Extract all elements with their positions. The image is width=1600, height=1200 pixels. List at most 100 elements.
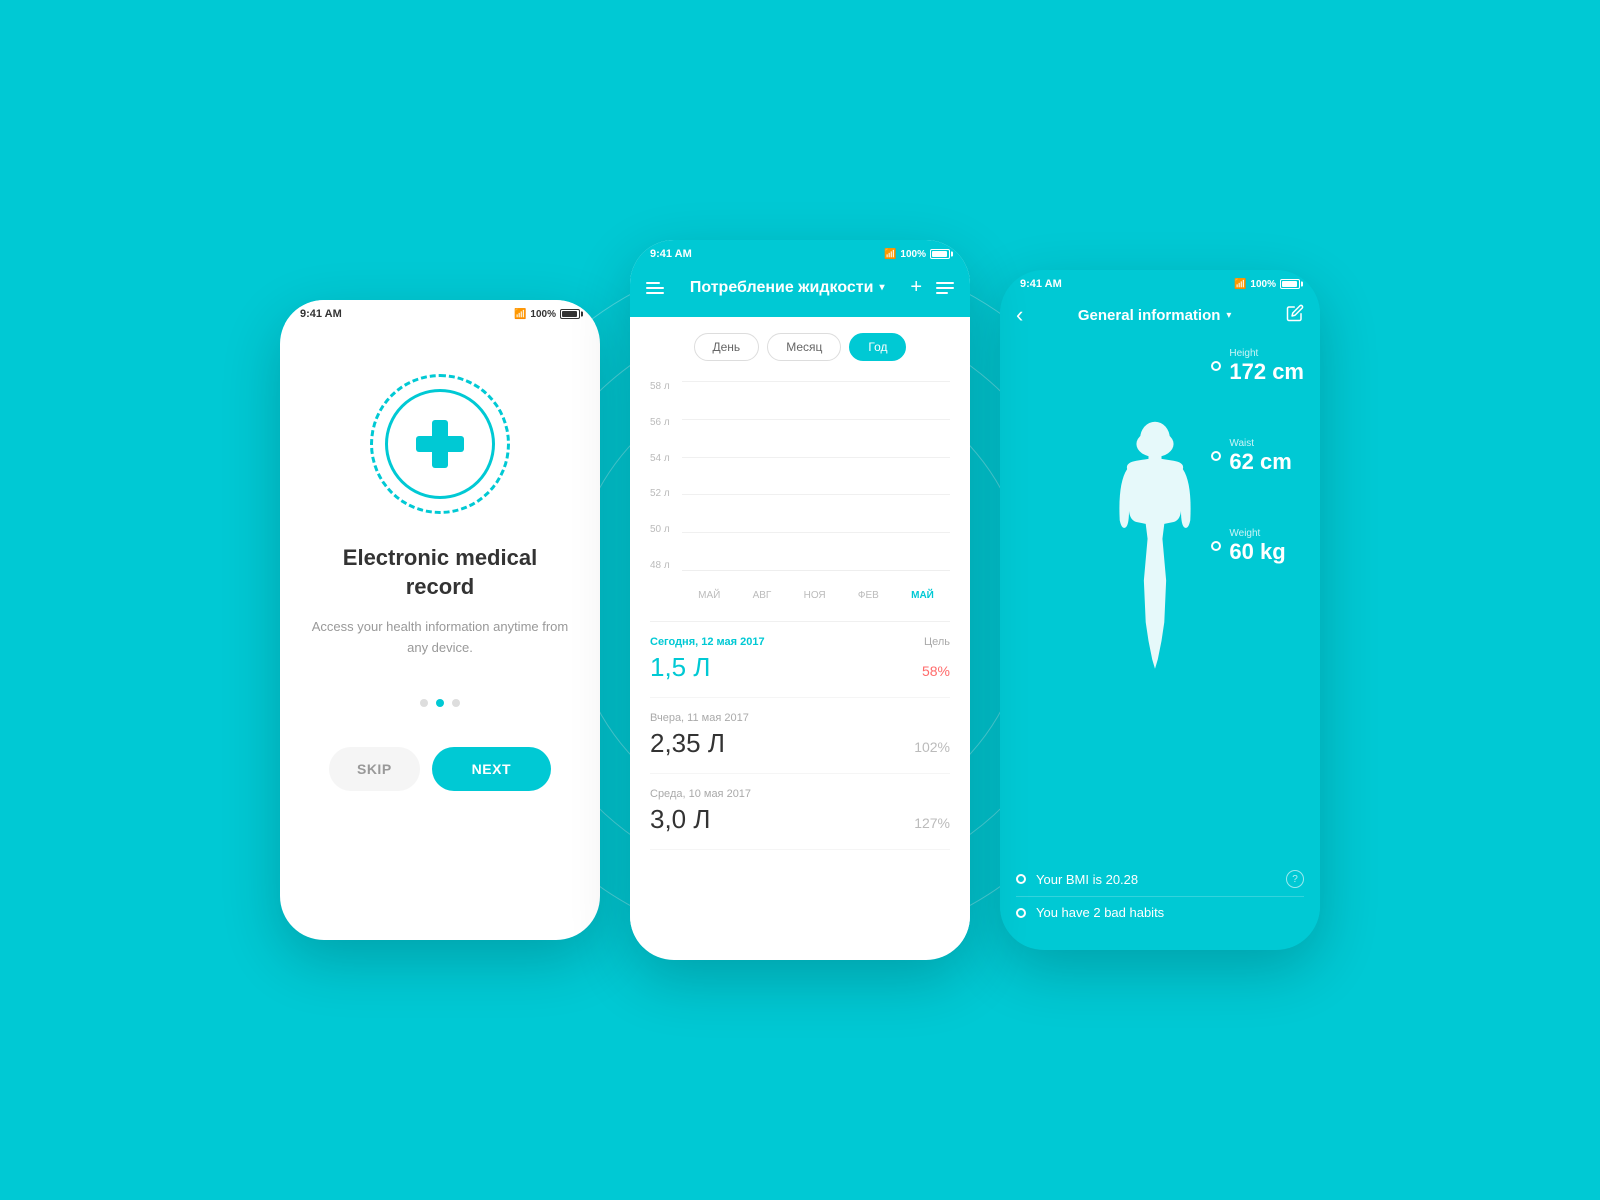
page-title: General information	[1078, 307, 1221, 324]
cross-icon	[412, 416, 468, 472]
bmi-text: Your BMI is 20.28	[1036, 872, 1138, 887]
wifi-icon-2: 📶	[884, 249, 896, 260]
add-icon[interactable]: +	[910, 276, 922, 299]
wed-value: 3,0 Л	[650, 804, 710, 835]
period-tabs: День Месяц Год	[650, 333, 950, 361]
status-time-1: 9:41 AM	[300, 308, 342, 320]
chart-y-labels: 48 л 50 л 52 л 54 л 56 л 58 л	[650, 381, 678, 571]
weight-label: Weight	[1229, 528, 1285, 539]
title-chevron-icon: ▾	[1226, 310, 1231, 321]
status-bar-3: 9:41 AM 📶 100%	[1000, 270, 1320, 294]
liquid-nav-title: Потребление жидкости ▾	[690, 279, 885, 297]
phone-onboarding: 9:41 AM 📶 100% Electronic medical rec	[280, 300, 600, 940]
grid-line-4	[682, 494, 950, 495]
wifi-icon-1: 📶	[514, 309, 526, 320]
bmi-dot	[1016, 874, 1026, 884]
phone-liquid-intake: 9:41 AM 📶 100% Потребление жидкости ▾	[630, 240, 970, 960]
goal-label: Цель	[924, 636, 950, 648]
onboarding-buttons: SKIP NEXT	[310, 747, 570, 791]
list-icon[interactable]	[936, 282, 954, 294]
y-label-4: 54 л	[650, 453, 678, 464]
grid-line-5	[682, 532, 950, 533]
grid-line-1	[682, 381, 950, 382]
data-entries-list: Сегодня, 12 мая 2017 Цель 1,5 Л 58% Вчер…	[650, 621, 950, 850]
dot-1	[420, 699, 428, 707]
tab-month[interactable]: Месяц	[767, 333, 841, 361]
weight-value: 60 kg	[1229, 541, 1285, 563]
x-label-2: АВГ	[753, 590, 772, 601]
onboarding-title: Electronic medical record	[310, 544, 570, 601]
status-icons-3: 📶 100%	[1234, 279, 1300, 290]
next-button[interactable]: NEXT	[432, 747, 551, 791]
grid-line-2	[682, 419, 950, 420]
tab-day[interactable]: День	[694, 333, 760, 361]
pagination-dots	[420, 699, 460, 707]
battery-text-2: 100%	[900, 249, 926, 260]
back-button[interactable]: ‹	[1016, 302, 1023, 328]
x-label-4: ФЕВ	[858, 590, 879, 601]
x-label-3: НОЯ	[804, 590, 826, 601]
body-figure	[1105, 348, 1205, 748]
measurements-list: Height 172 cm Waist 62 cm Weight	[1211, 348, 1304, 563]
medical-icon-inner	[385, 389, 495, 499]
habits-row: You have 2 bad habits	[1016, 897, 1304, 928]
status-time-3: 9:41 AM	[1020, 278, 1062, 290]
status-bar-1: 9:41 AM 📶 100%	[280, 300, 600, 324]
nav-action-icons: +	[910, 276, 954, 299]
y-label-1: 48 л	[650, 560, 678, 571]
x-label-5: МАЙ	[911, 590, 934, 601]
data-entry-today: Сегодня, 12 мая 2017 Цель 1,5 Л 58%	[650, 622, 950, 698]
medical-icon-container	[370, 374, 510, 514]
data-entry-yesterday: Вчера, 11 мая 2017 2,35 Л 102%	[650, 698, 950, 774]
liquid-header: Потребление жидкости ▾ +	[630, 264, 970, 317]
edit-button[interactable]	[1286, 304, 1304, 327]
phone-body-info: 9:41 AM 📶 100% ‹ General information ▾	[1000, 270, 1320, 950]
hamburger-icon[interactable]	[646, 282, 664, 294]
weight-measurement: Weight 60 kg	[1211, 528, 1304, 563]
waist-value: 62 cm	[1229, 451, 1291, 473]
today-date: Сегодня, 12 мая 2017	[650, 636, 765, 648]
height-label: Height	[1229, 348, 1304, 359]
waist-label: Waist	[1229, 438, 1291, 449]
battery-icon-1	[560, 309, 580, 319]
grid-line-3	[682, 457, 950, 458]
wed-percent: 127%	[914, 815, 950, 831]
battery-text-3: 100%	[1250, 279, 1276, 290]
status-icons-2: 📶 100%	[884, 249, 950, 260]
body-info-header: ‹ General information ▾	[1000, 294, 1320, 338]
body-silhouette-svg	[1105, 418, 1205, 678]
onboarding-body: Electronic medical record Access your he…	[280, 324, 600, 934]
yesterday-date: Вчера, 11 мая 2017	[650, 712, 749, 724]
yesterday-percent: 102%	[914, 739, 950, 755]
liquid-nav: Потребление жидкости ▾ +	[646, 272, 954, 303]
y-label-6: 58 л	[650, 381, 678, 392]
battery-text-1: 100%	[530, 309, 556, 320]
battery-icon-3	[1280, 279, 1300, 289]
height-value: 172 cm	[1229, 361, 1304, 383]
dot-3	[452, 699, 460, 707]
tab-year[interactable]: Год	[849, 333, 906, 361]
data-entry-wed: Среда, 10 мая 2017 3,0 Л 127%	[650, 774, 950, 850]
onboarding-description: Access your health information anytime f…	[310, 617, 570, 659]
chart-area	[682, 381, 950, 571]
yesterday-value: 2,35 Л	[650, 728, 725, 759]
chart-x-labels: МАЙ АВГ НОЯ ФЕВ МАЙ	[682, 590, 950, 601]
y-label-5: 56 л	[650, 417, 678, 428]
today-percent: 58%	[922, 663, 950, 679]
chevron-down-icon: ▾	[879, 282, 884, 293]
dot-2	[436, 699, 444, 707]
bmi-row: Your BMI is 20.28 ?	[1016, 862, 1304, 897]
y-label-3: 52 л	[650, 488, 678, 499]
liquid-chart: 48 л 50 л 52 л 54 л 56 л 58 л МАЙ АВГ	[650, 381, 950, 601]
skip-button[interactable]: SKIP	[329, 747, 420, 791]
liquid-body: День Месяц Год 48 л 50 л 52 л 54 л 56 л …	[630, 317, 970, 947]
wed-date: Среда, 10 мая 2017	[650, 788, 751, 800]
body-info-bottom: Your BMI is 20.28 ? You have 2 bad habit…	[1016, 862, 1304, 928]
y-label-2: 50 л	[650, 524, 678, 535]
battery-icon-2	[930, 249, 950, 259]
wifi-icon-3: 📶	[1234, 279, 1246, 290]
status-bar-2: 9:41 AM 📶 100%	[630, 240, 970, 264]
bmi-help-button[interactable]: ?	[1286, 870, 1304, 888]
height-measurement: Height 172 cm	[1211, 348, 1304, 383]
waist-dot	[1211, 451, 1221, 461]
